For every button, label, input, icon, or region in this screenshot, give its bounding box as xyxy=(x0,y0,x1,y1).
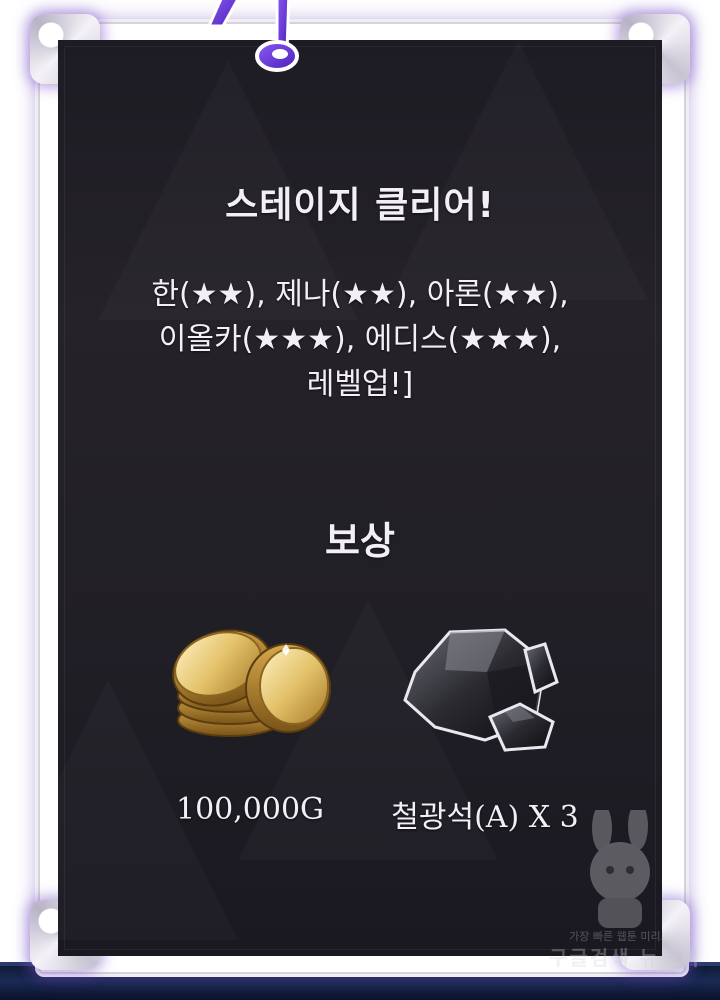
watermark-text: 구글검색 뉴토끼 xyxy=(549,946,701,970)
description-line: 한(★★), 제나(★★), 아론(★★), xyxy=(151,277,569,312)
description-line: 레벨업!] xyxy=(306,367,414,402)
stage-clear-title: 스테이지 클리어! xyxy=(225,185,495,226)
description-line: 이올카(★★★), 에디스(★★★), xyxy=(158,322,562,357)
watermark: 가장 빠른 웹툰 미리보기 구글검색 뉴토끼 xyxy=(540,802,710,970)
level-up-description: 한(★★), 제나(★★), 아론(★★), 이올카(★★★), 에디스(★★★… xyxy=(58,272,662,407)
bunny-mascot-icon xyxy=(590,802,650,928)
reward-heading: 보상 xyxy=(325,519,395,563)
iron-ore-icon xyxy=(403,628,559,752)
gold-coins-icon xyxy=(172,629,331,737)
music-note-icon xyxy=(206,0,299,72)
reward-gold-label: 100,000G xyxy=(175,792,325,827)
